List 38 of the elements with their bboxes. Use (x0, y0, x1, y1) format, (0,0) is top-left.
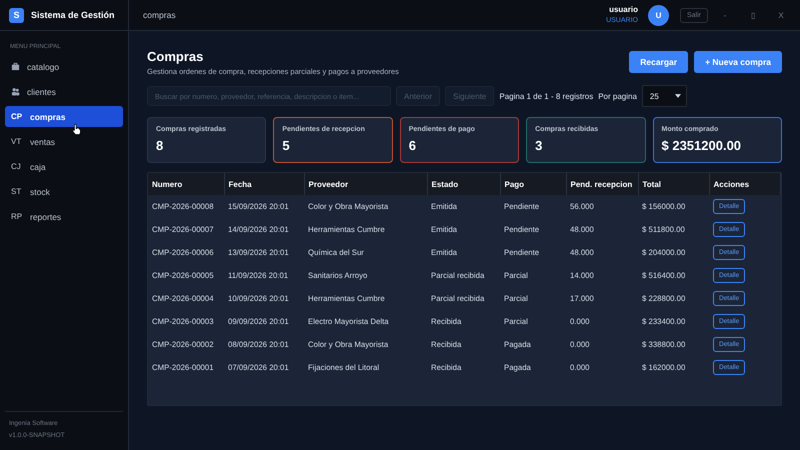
page-title: Compras (147, 49, 204, 64)
column-header: Numero (148, 173, 224, 195)
action-button[interactable]: + Nueva compra (694, 51, 782, 73)
sidebar-item[interactable]: CP compras (5, 106, 123, 127)
per-page-label: Por pagina (598, 92, 637, 100)
caret-icon (674, 94, 681, 98)
column-header: Pago (500, 173, 566, 195)
page-info: Pagina 1 de 1 - 8 registros (499, 92, 594, 100)
stat-value: 6 (408, 138, 417, 153)
column-header: Acciones (709, 173, 780, 195)
stat-value: 8 (156, 138, 164, 153)
briefcase-icon (11, 62, 20, 71)
sidebar-item[interactable]: clientes (5, 81, 123, 102)
user-name: usuario (609, 4, 638, 15)
window-control[interactable]: ▯ (742, 10, 764, 20)
column-header: Estado (427, 173, 500, 195)
breadcrumb: compras (143, 10, 176, 20)
user-avatar[interactable]: U (648, 4, 669, 26)
app-title: Sistema de Gestión (31, 10, 115, 20)
stat-value: 5 (282, 138, 291, 153)
column-header: Pend. recepcion (566, 173, 638, 195)
sidebar-item[interactable]: ST stock (5, 181, 123, 202)
sidebar-item[interactable]: RP reportes (5, 206, 123, 227)
sidebar-item[interactable]: CJ caja (5, 156, 123, 177)
people-icon (11, 87, 20, 96)
column-header: Proveedor (304, 173, 427, 195)
window-control[interactable]: - (714, 10, 736, 20)
sidebar-item[interactable]: catalogo (5, 56, 123, 77)
column-header: Total (638, 173, 709, 195)
stat-value: $ 2351200.00 (662, 138, 742, 153)
per-page-select[interactable]: 25 (642, 85, 687, 107)
sidebar-item[interactable]: VT ventas (5, 131, 123, 152)
hand-cursor-icon (72, 123, 82, 136)
window-control[interactable]: X (770, 10, 792, 20)
stat-value: 3 (535, 138, 544, 153)
app-logo: S (9, 8, 24, 22)
column-header: Fecha (224, 173, 304, 195)
action-button[interactable]: Recargar (629, 51, 688, 73)
